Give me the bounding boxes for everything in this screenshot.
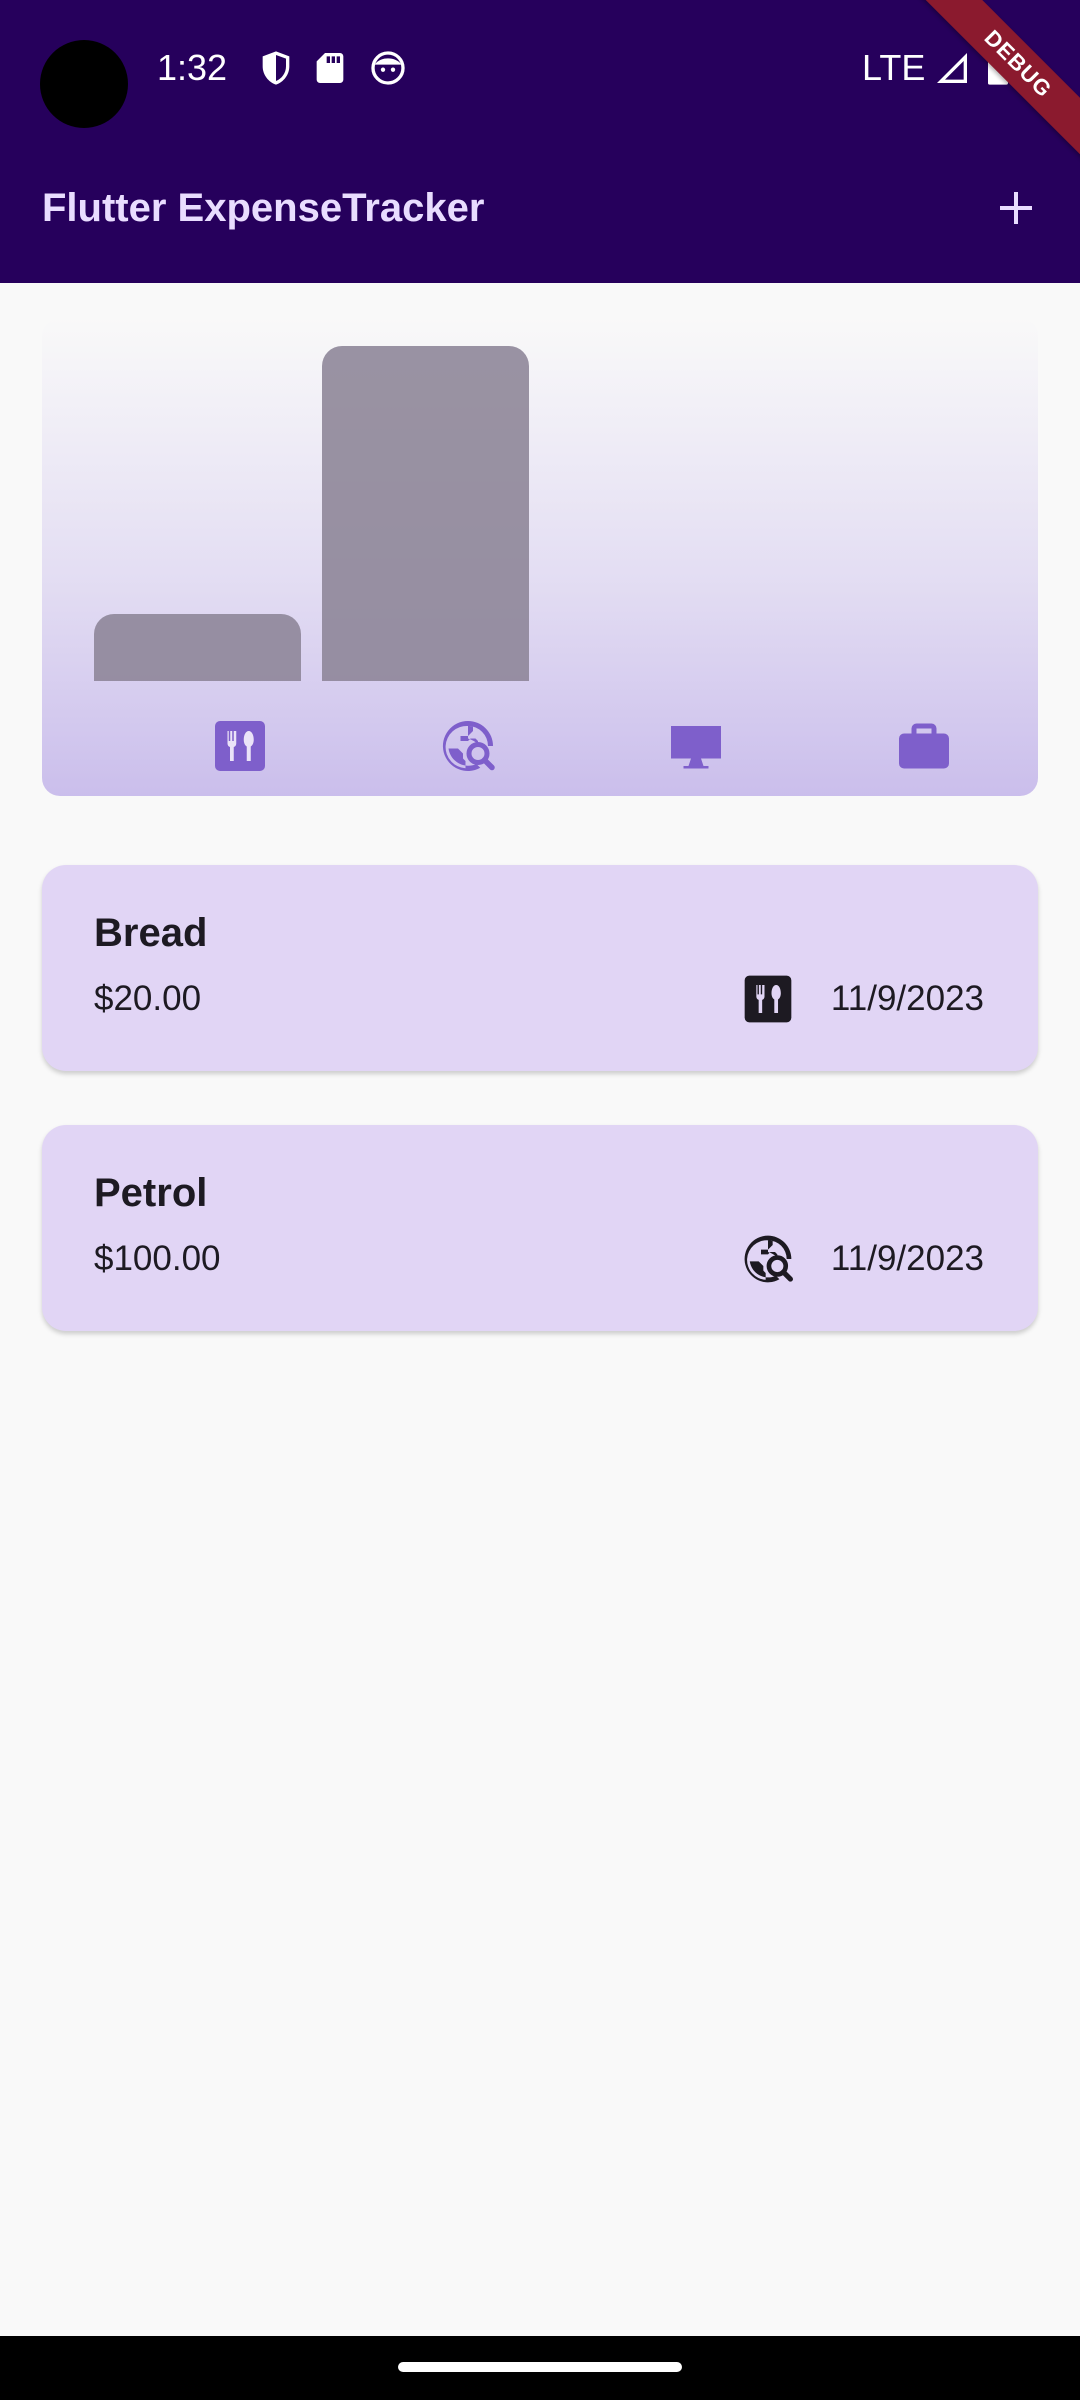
chart-bars	[42, 318, 1038, 681]
expense-chart	[42, 318, 1038, 796]
chart-bar-travel	[322, 346, 529, 681]
expense-title: Bread	[94, 911, 208, 955]
face-icon	[368, 48, 408, 88]
expense-title: Petrol	[94, 1171, 208, 1215]
camera-cutout	[40, 40, 128, 128]
home-indicator[interactable]	[398, 2362, 682, 2372]
status-bar: 1:32 LTE	[0, 0, 1080, 136]
top-bar: 1:32 LTE DEBUG Flutter ExpenseTracker	[0, 0, 1080, 283]
expense-date: 11/9/2023	[830, 1239, 984, 1278]
app-title: Flutter ExpenseTracker	[42, 186, 485, 230]
plus-icon	[1000, 192, 1032, 224]
chart-bar-food	[94, 614, 301, 681]
travel-explore-icon	[740, 1231, 796, 1287]
work-briefcase-icon	[894, 716, 954, 776]
expense-amount: $20.00	[94, 979, 202, 1018]
food-icon	[210, 716, 270, 776]
screen: 1:32 LTE DEBUG Flutter ExpenseTracker Br…	[0, 0, 1080, 2400]
food-icon	[740, 971, 796, 1027]
network-type: LTE	[862, 47, 926, 88]
status-time: 1:32	[157, 47, 228, 88]
signal-icon	[932, 48, 972, 88]
travel-explore-icon	[438, 716, 498, 776]
shield-icon	[256, 48, 296, 88]
expense-date: 11/9/2023	[830, 979, 984, 1018]
expense-card-petrol[interactable]: Petrol $100.00 11/9/2023	[42, 1125, 1038, 1331]
leisure-computer-icon	[666, 716, 726, 776]
add-expense-button[interactable]	[988, 180, 1044, 236]
sd-card-icon	[310, 48, 350, 88]
expense-amount: $100.00	[94, 1239, 221, 1278]
expense-card-bread[interactable]: Bread $20.00 11/9/2023	[42, 865, 1038, 1071]
